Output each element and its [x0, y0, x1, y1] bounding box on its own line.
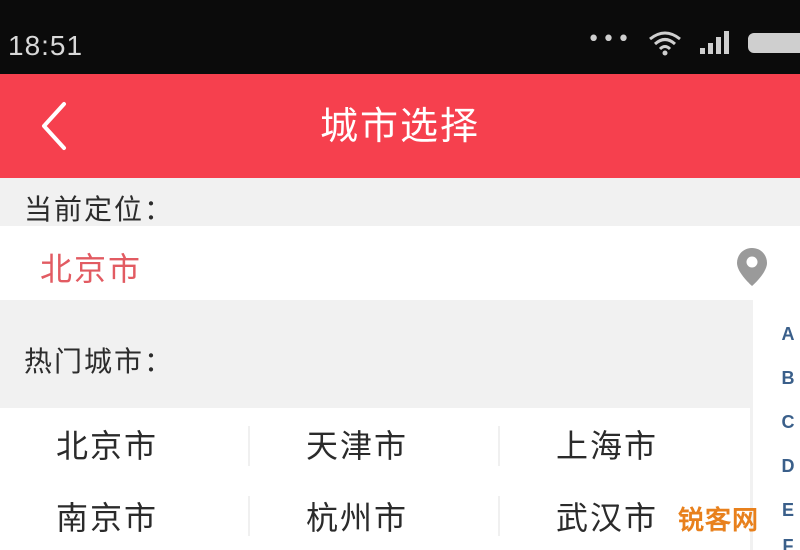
- watermark: 锐客网: [678, 506, 760, 536]
- status-bar: 18:51 •••: [0, 0, 800, 74]
- location-pin-icon[interactable]: [734, 246, 770, 288]
- index-letter-c[interactable]: C: [773, 412, 800, 433]
- hot-city-cell[interactable]: 杭州市: [306, 482, 556, 550]
- index-letter-b[interactable]: B: [773, 368, 800, 389]
- chevron-left-icon: [42, 102, 66, 150]
- battery-icon: [748, 33, 800, 53]
- hot-city-cell[interactable]: 北京市: [56, 410, 306, 482]
- wifi-icon: [649, 31, 681, 56]
- hot-city-cell[interactable]: 南京市: [56, 482, 306, 550]
- page-title: 城市选择: [319, 104, 480, 148]
- hot-city-cell[interactable]: 天津市: [306, 410, 556, 482]
- hot-cities-label: 热门城市：: [24, 345, 175, 378]
- index-letter-a[interactable]: A: [773, 324, 800, 345]
- index-letter-d[interactable]: D: [773, 456, 800, 477]
- current-location-label: 当前定位：: [24, 193, 175, 226]
- current-location-city: 北京市: [40, 250, 143, 288]
- index-letter-e[interactable]: E: [773, 500, 800, 521]
- current-location-row[interactable]: 北京市: [0, 226, 800, 300]
- back-button[interactable]: [28, 92, 84, 160]
- more-dots-icon: •••: [587, 26, 632, 52]
- hot-cities-grid: 北京市 天津市 上海市 南京市 杭州市 武汉市: [0, 408, 750, 550]
- index-letter-f[interactable]: F: [773, 536, 800, 550]
- title-bar: 城市选择: [0, 74, 800, 178]
- status-icons: •••: [587, 26, 800, 56]
- signal-icon: [700, 31, 729, 54]
- status-time: 18:51: [8, 30, 84, 61]
